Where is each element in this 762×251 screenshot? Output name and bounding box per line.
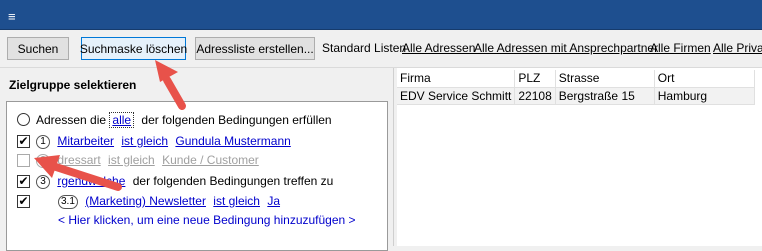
annotation-arrows xyxy=(34,60,186,191)
arrow-to-clear-button xyxy=(155,60,186,110)
arrow-to-disabled-checkbox xyxy=(34,155,122,191)
